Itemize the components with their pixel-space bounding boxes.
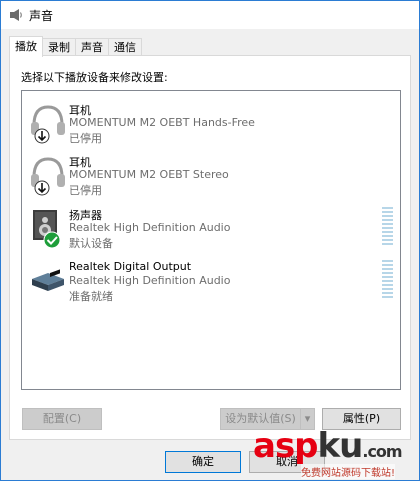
device-name: Realtek Digital Output — [69, 260, 192, 273]
device-description: MOMENTUM M2 OEBT Hands-Free — [69, 116, 255, 129]
device-item-headphones-stereo[interactable]: 耳机 MOMENTUM M2 OEBT Stereo 已停用 — [22, 149, 400, 201]
speaker-icon — [33, 210, 61, 249]
volume-meter — [382, 260, 393, 302]
meter-segment — [382, 296, 393, 298]
ok-button[interactable]: 确定 — [165, 451, 241, 473]
instruction-text: 选择以下播放设备来修改设置: — [21, 71, 168, 84]
meter-segment — [382, 284, 393, 286]
device-description: Realtek High Definition Audio — [69, 274, 231, 287]
device-description: MOMENTUM M2 OEBT Stereo — [69, 168, 229, 181]
device-item-digital-output[interactable]: Realtek Digital Output Realtek High Defi… — [22, 255, 400, 307]
window-title: 声音 — [29, 9, 54, 23]
device-item-headphones-handsfree[interactable]: 耳机 MOMENTUM M2 OEBT Hands-Free 已停用 — [22, 97, 400, 149]
meter-segment — [382, 288, 393, 290]
meter-segment — [382, 264, 393, 266]
meter-segment — [382, 215, 393, 217]
meter-segment — [382, 211, 393, 213]
headphones-icon — [31, 105, 65, 144]
meter-segment — [382, 231, 393, 233]
watermark-tagline: 免费网站源码下载站! — [301, 464, 396, 479]
device-item-speakers[interactable]: 扬声器 Realtek High Definition Audio 默认设备 — [22, 202, 400, 254]
device-status: 默认设备 — [69, 237, 113, 250]
meter-segment — [382, 223, 393, 225]
meter-segment — [382, 219, 393, 221]
device-status: 已停用 — [69, 132, 102, 145]
configure-button[interactable]: 配置(C) — [22, 408, 102, 430]
meter-segment — [382, 207, 393, 209]
meter-segment — [382, 227, 393, 229]
meter-segment — [382, 235, 393, 237]
headphones-icon — [31, 157, 65, 196]
title-bar[interactable]: 声音 — [1, 1, 419, 29]
meter-segment — [382, 280, 393, 282]
playback-panel: 选择以下播放设备来修改设置: 耳机 MOMENTUM M2 OEBT Hands… — [9, 55, 411, 440]
meter-segment — [382, 272, 393, 274]
meter-segment — [382, 243, 393, 245]
meter-segment — [382, 260, 393, 262]
device-status: 准备就绪 — [69, 290, 113, 303]
volume-meter — [382, 207, 393, 249]
watermark: aspku.com 免费网站源码下载站! — [253, 426, 413, 479]
device-status: 已停用 — [69, 184, 102, 197]
sound-dialog: 声音 播放 录制 声音 通信 选择以下播放设备来修改设置: 耳机 MOMENTU… — [0, 0, 420, 481]
digital-output-icon — [32, 269, 64, 291]
meter-segment — [382, 239, 393, 241]
speaker-icon — [10, 9, 22, 21]
meter-segment — [382, 292, 393, 294]
device-description: Realtek High Definition Audio — [69, 221, 231, 234]
device-list[interactable]: 耳机 MOMENTUM M2 OEBT Hands-Free 已停用 耳机 MO… — [21, 90, 401, 390]
chevron-down-icon: ▾ — [304, 412, 311, 425]
meter-segment — [382, 276, 393, 278]
tab-playback[interactable]: 播放 — [9, 36, 43, 57]
tab-strip: 播放 录制 声音 通信 — [9, 36, 142, 57]
meter-segment — [382, 268, 393, 270]
